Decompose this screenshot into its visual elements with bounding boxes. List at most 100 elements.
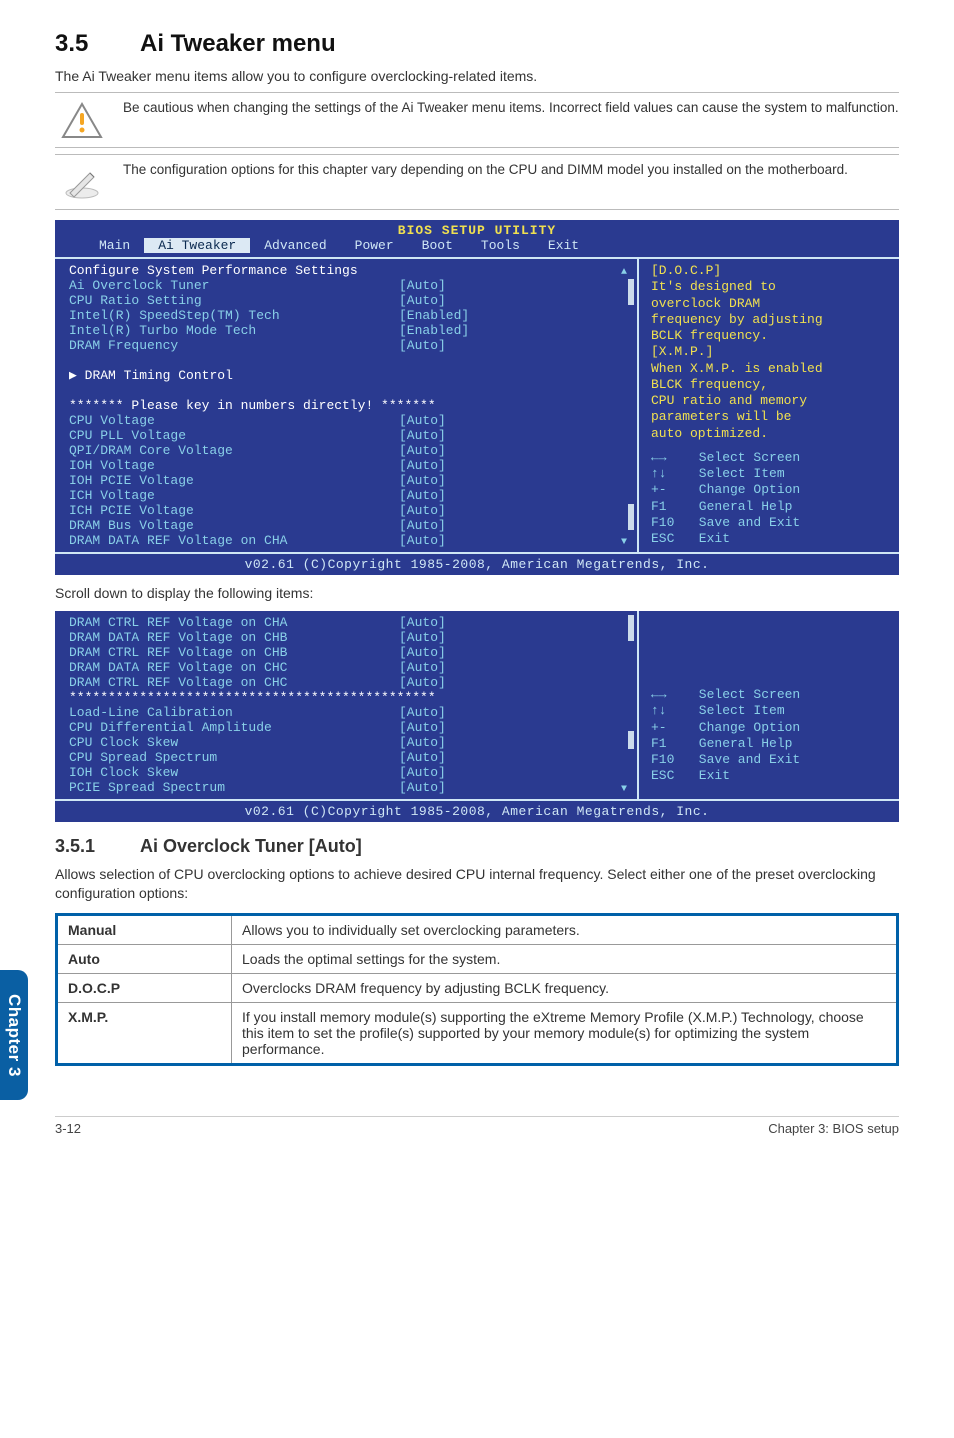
bios-tab-ai-tweaker[interactable]: Ai Tweaker bbox=[144, 238, 250, 253]
scroll-down-icon[interactable] bbox=[621, 780, 633, 795]
nav-key: F1 bbox=[651, 499, 691, 515]
bios-right-pane: [D.O.C.P] It's designed to overclock DRA… bbox=[639, 259, 899, 552]
setting-value: [Auto] bbox=[399, 278, 446, 293]
bios-setting-row[interactable]: CPU Ratio Setting[Auto] bbox=[69, 293, 627, 308]
scroll-note: Scroll down to display the following ite… bbox=[55, 585, 899, 601]
bios-left-header: Configure System Performance Settings bbox=[69, 263, 399, 278]
info-note: The configuration options for this chapt… bbox=[55, 154, 899, 210]
bios-setting-row[interactable]: DRAM Bus Voltage[Auto] bbox=[69, 518, 627, 533]
table-row: D.O.C.POverclocks DRAM frequency by adju… bbox=[57, 973, 898, 1002]
bios-setting-row[interactable]: DRAM CTRL REF Voltage on CHB[Auto] bbox=[69, 645, 627, 660]
dram-timing-control[interactable]: ▶ DRAM Timing Control bbox=[69, 368, 399, 383]
nav-label: Save and Exit bbox=[691, 515, 800, 530]
setting-label: IOH PCIE Voltage bbox=[69, 473, 399, 488]
bios-setting-row[interactable]: IOH Voltage[Auto] bbox=[69, 458, 627, 473]
bios-setting-row[interactable]: DRAM Frequency[Auto] bbox=[69, 338, 627, 353]
bios-setting-row[interactable]: CPU PLL Voltage[Auto] bbox=[69, 428, 627, 443]
bios-tab-advanced[interactable]: Advanced bbox=[250, 238, 340, 253]
bios-setting-row[interactable]: IOH Clock Skew[Auto] bbox=[69, 765, 627, 780]
nav-key: ↑↓ bbox=[651, 703, 691, 719]
nav-hint: ↑↓ Select Item bbox=[651, 703, 889, 719]
bios-setting-row[interactable]: DRAM CTRL REF Voltage on CHC[Auto] bbox=[69, 675, 627, 690]
bios-setting-row[interactable]: CPU Differential Amplitude[Auto] bbox=[69, 720, 627, 735]
bios-setting-row[interactable]: IOH PCIE Voltage[Auto] bbox=[69, 473, 627, 488]
bios-setting-row[interactable]: PCIE Spread Spectrum[Auto] bbox=[69, 780, 627, 795]
setting-label: IOH Clock Skew bbox=[69, 765, 399, 780]
bios-setting-row[interactable]: CPU Spread Spectrum[Auto] bbox=[69, 750, 627, 765]
scroll-up-icon[interactable] bbox=[621, 263, 633, 278]
bios-setting-row[interactable]: Intel(R) Turbo Mode Tech[Enabled] bbox=[69, 323, 627, 338]
bios-setting-row[interactable]: ICH PCIE Voltage[Auto] bbox=[69, 503, 627, 518]
info-text: The configuration options for this chapt… bbox=[123, 161, 848, 179]
bios-tab-tools[interactable]: Tools bbox=[467, 238, 534, 253]
setting-label: Intel(R) Turbo Mode Tech bbox=[69, 323, 399, 338]
scroll-thumb[interactable] bbox=[628, 504, 634, 530]
nav-key: F1 bbox=[651, 736, 691, 752]
scroll-thumb[interactable] bbox=[628, 279, 634, 305]
bios-screenshot-1: BIOS SETUP UTILITY MainAi TweakerAdvance… bbox=[55, 220, 899, 575]
setting-label: QPI/DRAM Core Voltage bbox=[69, 443, 399, 458]
bios-tab-exit[interactable]: Exit bbox=[534, 238, 593, 253]
setting-value: [Auto] bbox=[399, 443, 446, 458]
setting-value: [Auto] bbox=[399, 780, 446, 795]
nav-hint: F1 General Help bbox=[651, 499, 889, 515]
bios-setting-row[interactable]: ICH Voltage[Auto] bbox=[69, 488, 627, 503]
bios-setting-row[interactable]: DRAM CTRL REF Voltage on CHA[Auto] bbox=[69, 615, 627, 630]
bios-setting-row[interactable]: DRAM DATA REF Voltage on CHC[Auto] bbox=[69, 660, 627, 675]
setting-value: [Auto] bbox=[399, 630, 446, 645]
setting-value: [Auto] bbox=[399, 338, 446, 353]
setting-label: DRAM CTRL REF Voltage on CHB bbox=[69, 645, 399, 660]
bios-tab-main[interactable]: Main bbox=[85, 238, 144, 253]
bios-left-pane-2: DRAM CTRL REF Voltage on CHA[Auto]DRAM D… bbox=[55, 611, 639, 799]
setting-label: CPU Clock Skew bbox=[69, 735, 399, 750]
bios-footer: v02.61 (C)Copyright 1985-2008, American … bbox=[55, 554, 899, 575]
setting-value: [Auto] bbox=[399, 533, 446, 548]
setting-value: [Auto] bbox=[399, 705, 446, 720]
setting-value: [Auto] bbox=[399, 615, 446, 630]
option-key: D.O.C.P bbox=[57, 973, 232, 1002]
scroll-thumb[interactable] bbox=[628, 615, 634, 641]
setting-value: [Auto] bbox=[399, 645, 446, 660]
nav-label: Change Option bbox=[691, 482, 800, 497]
setting-value: [Auto] bbox=[399, 750, 446, 765]
nav-hint: F10 Save and Exit bbox=[651, 752, 889, 768]
bios-title: BIOS SETUP UTILITY bbox=[55, 220, 899, 238]
page-footer: 3-12 Chapter 3: BIOS setup bbox=[55, 1116, 899, 1136]
setting-label: DRAM DATA REF Voltage on CHA bbox=[69, 533, 399, 548]
bios-setting-row[interactable]: Load-Line Calibration[Auto] bbox=[69, 705, 627, 720]
setting-label: Ai Overclock Tuner bbox=[69, 278, 399, 293]
setting-label: CPU Voltage bbox=[69, 413, 399, 428]
bios-setting-row[interactable]: Intel(R) SpeedStep(TM) Tech[Enabled] bbox=[69, 308, 627, 323]
bios-right-pane-2: ←→ Select Screen↑↓ Select Item+- Change … bbox=[639, 611, 899, 799]
setting-value: [Auto] bbox=[399, 675, 446, 690]
scroll-thumb[interactable] bbox=[628, 731, 634, 749]
setting-value: [Auto] bbox=[399, 518, 446, 533]
nav-hint: F10 Save and Exit bbox=[651, 515, 889, 531]
setting-label: IOH Voltage bbox=[69, 458, 399, 473]
nav-hint: ESC Exit bbox=[651, 531, 889, 547]
pen-icon bbox=[55, 161, 109, 203]
scroll-down-icon[interactable] bbox=[621, 533, 633, 548]
nav-key: ESC bbox=[651, 531, 691, 547]
setting-value: [Auto] bbox=[399, 660, 446, 675]
option-key: Manual bbox=[57, 914, 232, 944]
setting-value: [Auto] bbox=[399, 413, 446, 428]
table-row: ManualAllows you to individually set ove… bbox=[57, 914, 898, 944]
nav-hint: ←→ Select Screen bbox=[651, 687, 889, 703]
bios-setting-row[interactable]: CPU Clock Skew[Auto] bbox=[69, 735, 627, 750]
nav-label: General Help bbox=[691, 736, 792, 751]
setting-value: [Auto] bbox=[399, 458, 446, 473]
bios-setting-row[interactable]: QPI/DRAM Core Voltage[Auto] bbox=[69, 443, 627, 458]
bios-setting-row[interactable]: DRAM DATA REF Voltage on CHB[Auto] bbox=[69, 630, 627, 645]
nav-hint: ↑↓ Select Item bbox=[651, 466, 889, 482]
bios-setting-row[interactable]: DRAM DATA REF Voltage on CHA[Auto] bbox=[69, 533, 627, 548]
bios-setting-row[interactable]: Ai Overclock Tuner[Auto] bbox=[69, 278, 627, 293]
bios-tab-power[interactable]: Power bbox=[341, 238, 408, 253]
bios-setting-row[interactable]: CPU Voltage[Auto] bbox=[69, 413, 627, 428]
bios-help-text: [D.O.C.P] It's designed to overclock DRA… bbox=[651, 263, 889, 442]
bios-tab-boot[interactable]: Boot bbox=[408, 238, 467, 253]
section-number: 3.5 bbox=[55, 30, 140, 58]
subsection-heading: 3.5.1Ai Overclock Tuner [Auto] bbox=[55, 836, 899, 857]
option-value: Allows you to individually set overclock… bbox=[232, 914, 898, 944]
nav-label: Select Item bbox=[691, 703, 785, 718]
